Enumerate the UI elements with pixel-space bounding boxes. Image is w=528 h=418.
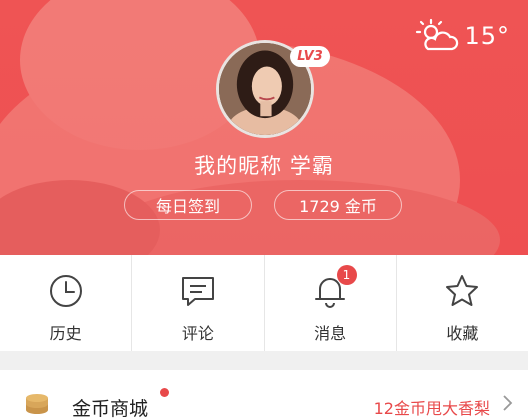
nickname[interactable]: 我的昵称 学霸: [0, 150, 528, 180]
level-badge: LV3: [290, 46, 330, 67]
weather-temperature: 15°: [464, 22, 510, 50]
coin-mall-promo: 12金币甩大香梨: [373, 399, 490, 418]
coin-balance-button[interactable]: 1729 金币: [274, 190, 402, 220]
clock-icon: [49, 275, 82, 307]
chevron-right-icon: [503, 395, 513, 411]
new-indicator-dot: [160, 388, 169, 397]
shortcut-label: 收藏: [446, 324, 479, 343]
shortcut-messages[interactable]: 1 消息: [265, 255, 397, 351]
shortcut-label: 历史: [49, 324, 82, 343]
weather-widget[interactable]: 15°: [414, 18, 510, 54]
shortcut-favorites[interactable]: 收藏: [397, 255, 528, 351]
star-icon: [446, 275, 479, 306]
coin-stack-icon: [26, 394, 48, 414]
shortcut-comments[interactable]: 评论: [132, 255, 265, 351]
coin-mall-title: 金币商城: [72, 398, 149, 418]
shortcut-history[interactable]: 历史: [0, 255, 133, 351]
shortcut-label: 评论: [181, 324, 214, 343]
comment-icon: [181, 277, 214, 306]
daily-checkin-button[interactable]: 每日签到: [124, 190, 252, 220]
partly-cloudy-icon: [416, 18, 459, 51]
shortcut-label: 消息: [314, 324, 347, 343]
coin-mall-row[interactable]: 金币商城 12金币甩大香梨: [0, 370, 528, 418]
profile-header: 15° LV3 我的昵称 学霸 每日签到 1729 金币: [0, 0, 528, 255]
shortcut-bar: 历史 评论 1 消息 收藏: [0, 255, 528, 351]
message-count-badge: 1: [336, 265, 357, 285]
